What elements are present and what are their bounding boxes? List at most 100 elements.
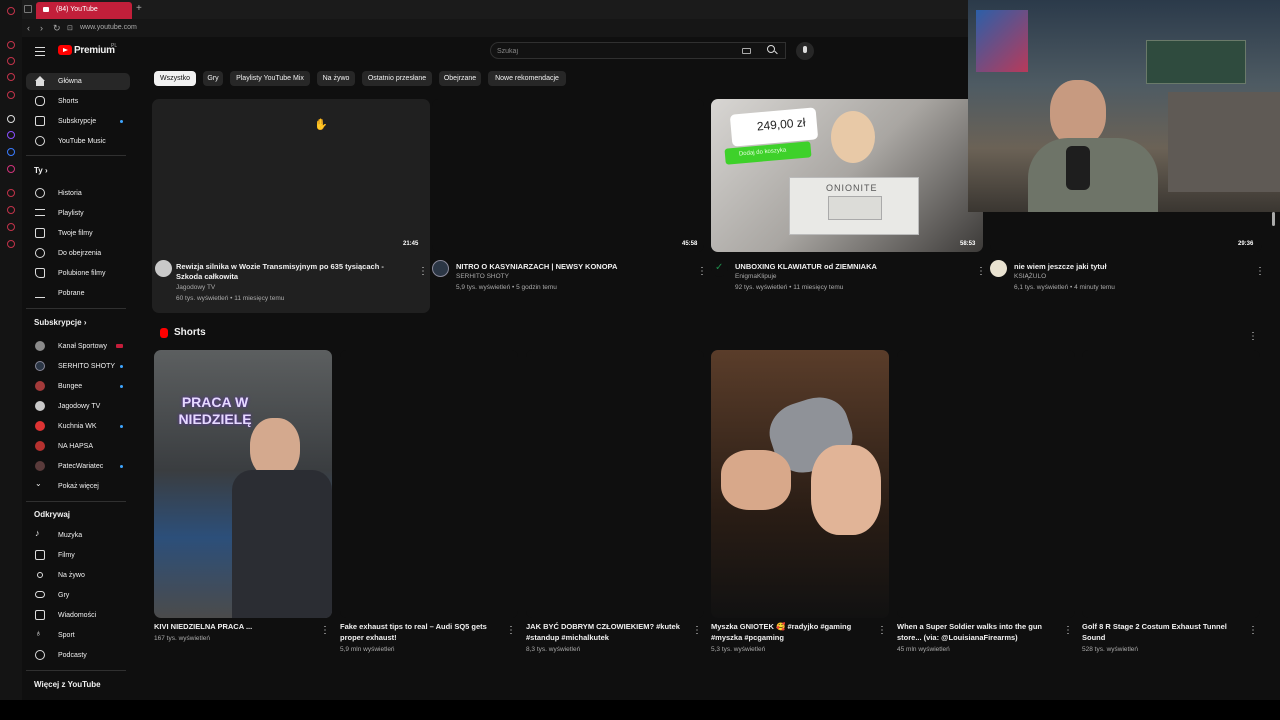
sidebar-item-liked-videos[interactable]: Polubione filmy <box>26 265 130 282</box>
short-thumbnail[interactable] <box>897 350 1075 618</box>
chip-live[interactable]: Na żywo <box>317 71 355 86</box>
scrollbar-thumb[interactable] <box>1272 212 1275 226</box>
sidebar-sub-kanal-sportowy[interactable]: Kanał Sportowy <box>26 338 130 355</box>
sidebar-sub-serhito-shoty[interactable]: SERHITO SHOTY <box>26 358 130 375</box>
youtube-logo-icon[interactable] <box>58 45 72 55</box>
search-button[interactable] <box>764 42 780 59</box>
channel-name[interactable]: KSIĄŻULO <box>1014 273 1046 280</box>
channel-name[interactable]: Jagodowy TV <box>176 284 215 291</box>
settings-icon[interactable] <box>7 240 15 248</box>
short-title[interactable]: Golf 8 R Stage 2 Costum Exhaust Tunnel S… <box>1082 621 1242 643</box>
menu-icon[interactable] <box>35 47 45 56</box>
subscriptions-heading[interactable]: Subskrypcje › <box>34 318 86 327</box>
back-icon[interactable]: ‹ <box>27 23 30 33</box>
sidebar-item-live[interactable]: Na żywo <box>26 567 130 584</box>
video-card[interactable]: 249,00 zł Dodaj do koszyka ONIONITE 58:5… <box>711 99 989 299</box>
sidebar-item-youtube-music[interactable]: YouTube Music <box>26 133 130 150</box>
short-thumbnail[interactable] <box>711 350 889 618</box>
sidebar-item-history[interactable]: Historia <box>26 185 130 202</box>
sidebar-sub-jagodowy-tv[interactable]: Jagodowy TV <box>26 398 130 415</box>
tab-youtube[interactable]: (84) YouTube <box>36 2 132 19</box>
sidebar-item-subscriptions[interactable]: Subskrypcje <box>26 113 130 130</box>
chip-youtube-mix[interactable]: Playlisty YouTube Mix <box>230 71 310 86</box>
more-actions-icon[interactable] <box>976 261 982 273</box>
sidebar-app-icon[interactable] <box>7 57 15 65</box>
show-more-button[interactable]: ⌄ Pokaż więcej <box>26 478 130 495</box>
more-actions-icon[interactable] <box>506 620 516 638</box>
more-actions-icon[interactable] <box>697 261 703 273</box>
sidebar-item-playlists[interactable]: Playlisty <box>26 205 130 222</box>
short-thumbnail[interactable] <box>340 350 518 618</box>
keyboard-icon[interactable] <box>742 48 751 54</box>
short-title[interactable]: JAK BYĆ DOBRYM CZŁOWIEKIEM? #kutek #stan… <box>526 621 686 643</box>
channel-avatar[interactable] <box>432 260 449 277</box>
url-field[interactable]: www.youtube.com <box>80 24 137 31</box>
sidebar-app-icon[interactable] <box>7 115 15 123</box>
video-thumbnail[interactable] <box>432 99 704 252</box>
sidebar-item-watch-later[interactable]: Do obejrzenia <box>26 245 130 262</box>
channel-name[interactable]: EnigmaKlipuje <box>735 273 777 280</box>
sidebar-app-icon[interactable] <box>7 189 15 197</box>
window-icon[interactable] <box>24 5 32 13</box>
opera-icon[interactable] <box>7 7 15 15</box>
short-title[interactable]: Myszka GNIOTEK 🥰 #radyjko #gaming #myszk… <box>711 621 871 643</box>
short-title[interactable]: When a Super Soldier walks into the gun … <box>897 621 1057 643</box>
more-actions-icon[interactable] <box>320 620 330 638</box>
chip-games[interactable]: Gry <box>203 71 223 86</box>
short-thumbnail[interactable] <box>526 350 704 618</box>
video-title[interactable]: UNBOXING KLAWIATUR od ZIEMNIAKA <box>735 262 951 272</box>
sidebar-item-music[interactable]: ♪ Muzyka <box>26 527 130 544</box>
shorts-more-icon[interactable] <box>1248 326 1258 344</box>
channel-avatar[interactable] <box>990 260 1007 277</box>
sidebar-item-podcasts[interactable]: Podcasty <box>26 647 130 664</box>
reload-icon[interactable]: ↻ <box>53 23 61 34</box>
video-title[interactable]: nie wiem jeszcze jaki tytuł <box>1014 262 1230 272</box>
forward-icon[interactable]: › <box>40 23 43 33</box>
more-actions-icon[interactable] <box>1063 620 1073 638</box>
video-title[interactable]: NITRO O KASYNIARZACH | NEWSY KONOPA <box>456 262 672 272</box>
you-heading[interactable]: Ty › <box>34 166 48 175</box>
sidebar-item-gaming[interactable]: Gry <box>26 587 130 604</box>
sidebar-sub-patecwariatec[interactable]: PatecWariatec <box>26 458 130 475</box>
more-actions-icon[interactable] <box>1248 620 1258 638</box>
video-card[interactable]: 45:58 NITRO O KASYNIARZACH | NEWSY KONOP… <box>432 99 710 299</box>
new-tab-button[interactable]: + <box>136 3 142 14</box>
sidebar-sub-bungee[interactable]: Bungee <box>26 378 130 395</box>
instagram-icon[interactable] <box>7 165 15 173</box>
short-title[interactable]: Fake exhaust tips to real – Audi SQ5 get… <box>340 621 500 643</box>
sidebar-sub-kuchnia-wk[interactable]: Kuchnia WK <box>26 418 130 435</box>
chip-all[interactable]: Wszystko <box>154 71 196 86</box>
sidebar-app-icon[interactable] <box>7 223 15 231</box>
short-thumbnail[interactable] <box>1082 350 1260 618</box>
more-actions-icon[interactable] <box>877 620 887 638</box>
search-input[interactable] <box>497 45 727 57</box>
short-title[interactable]: KIVI NIEDZIELNA PRACA ... <box>154 621 314 632</box>
chip-new-to-you[interactable]: Nowe rekomendacje <box>488 71 566 86</box>
more-actions-icon[interactable] <box>692 620 702 638</box>
channel-name[interactable]: SERHITO SHOTY <box>456 273 509 280</box>
sidebar-item-sport[interactable]: ♁ Sport <box>26 627 130 644</box>
sidebar-app-icon[interactable] <box>7 91 15 99</box>
sidebar-item-downloads[interactable]: Pobrane <box>26 285 130 302</box>
more-actions-icon[interactable] <box>1255 261 1261 273</box>
sidebar-app-icon[interactable] <box>7 41 15 49</box>
chip-watched[interactable]: Obejrzane <box>439 71 481 86</box>
short-thumbnail[interactable]: PRACA W NIEDZIELĘ <box>154 350 332 618</box>
chip-recently-uploaded[interactable]: Ostatnio przesłane <box>362 71 432 86</box>
logo-text[interactable]: Premium <box>74 45 115 56</box>
video-title[interactable]: Rewizja silnika w Wozie Transmisyjnym po… <box>176 262 392 282</box>
video-thumbnail[interactable]: 249,00 zł Dodaj do koszyka ONIONITE <box>711 99 983 252</box>
sidebar-app-icon[interactable] <box>7 73 15 81</box>
sidebar-item-your-videos[interactable]: Twoje filmy <box>26 225 130 242</box>
sidebar-item-news[interactable]: Wiadomości <box>26 607 130 624</box>
channel-avatar[interactable]: ✓ <box>711 260 728 277</box>
video-card[interactable]: 21:45 Rewizja silnika w Wozie Transmisyj… <box>152 99 430 313</box>
sidebar-app-icon[interactable] <box>7 131 15 139</box>
sidebar-item-shorts[interactable]: Shorts <box>26 93 130 110</box>
more-actions-icon[interactable] <box>418 261 424 273</box>
channel-avatar[interactable] <box>155 260 172 277</box>
sidebar-item-films[interactable]: Filmy <box>26 547 130 564</box>
voice-search-button[interactable] <box>796 42 814 60</box>
sidebar-item-home[interactable]: Główna <box>26 73 130 90</box>
messenger-icon[interactable] <box>7 148 15 156</box>
